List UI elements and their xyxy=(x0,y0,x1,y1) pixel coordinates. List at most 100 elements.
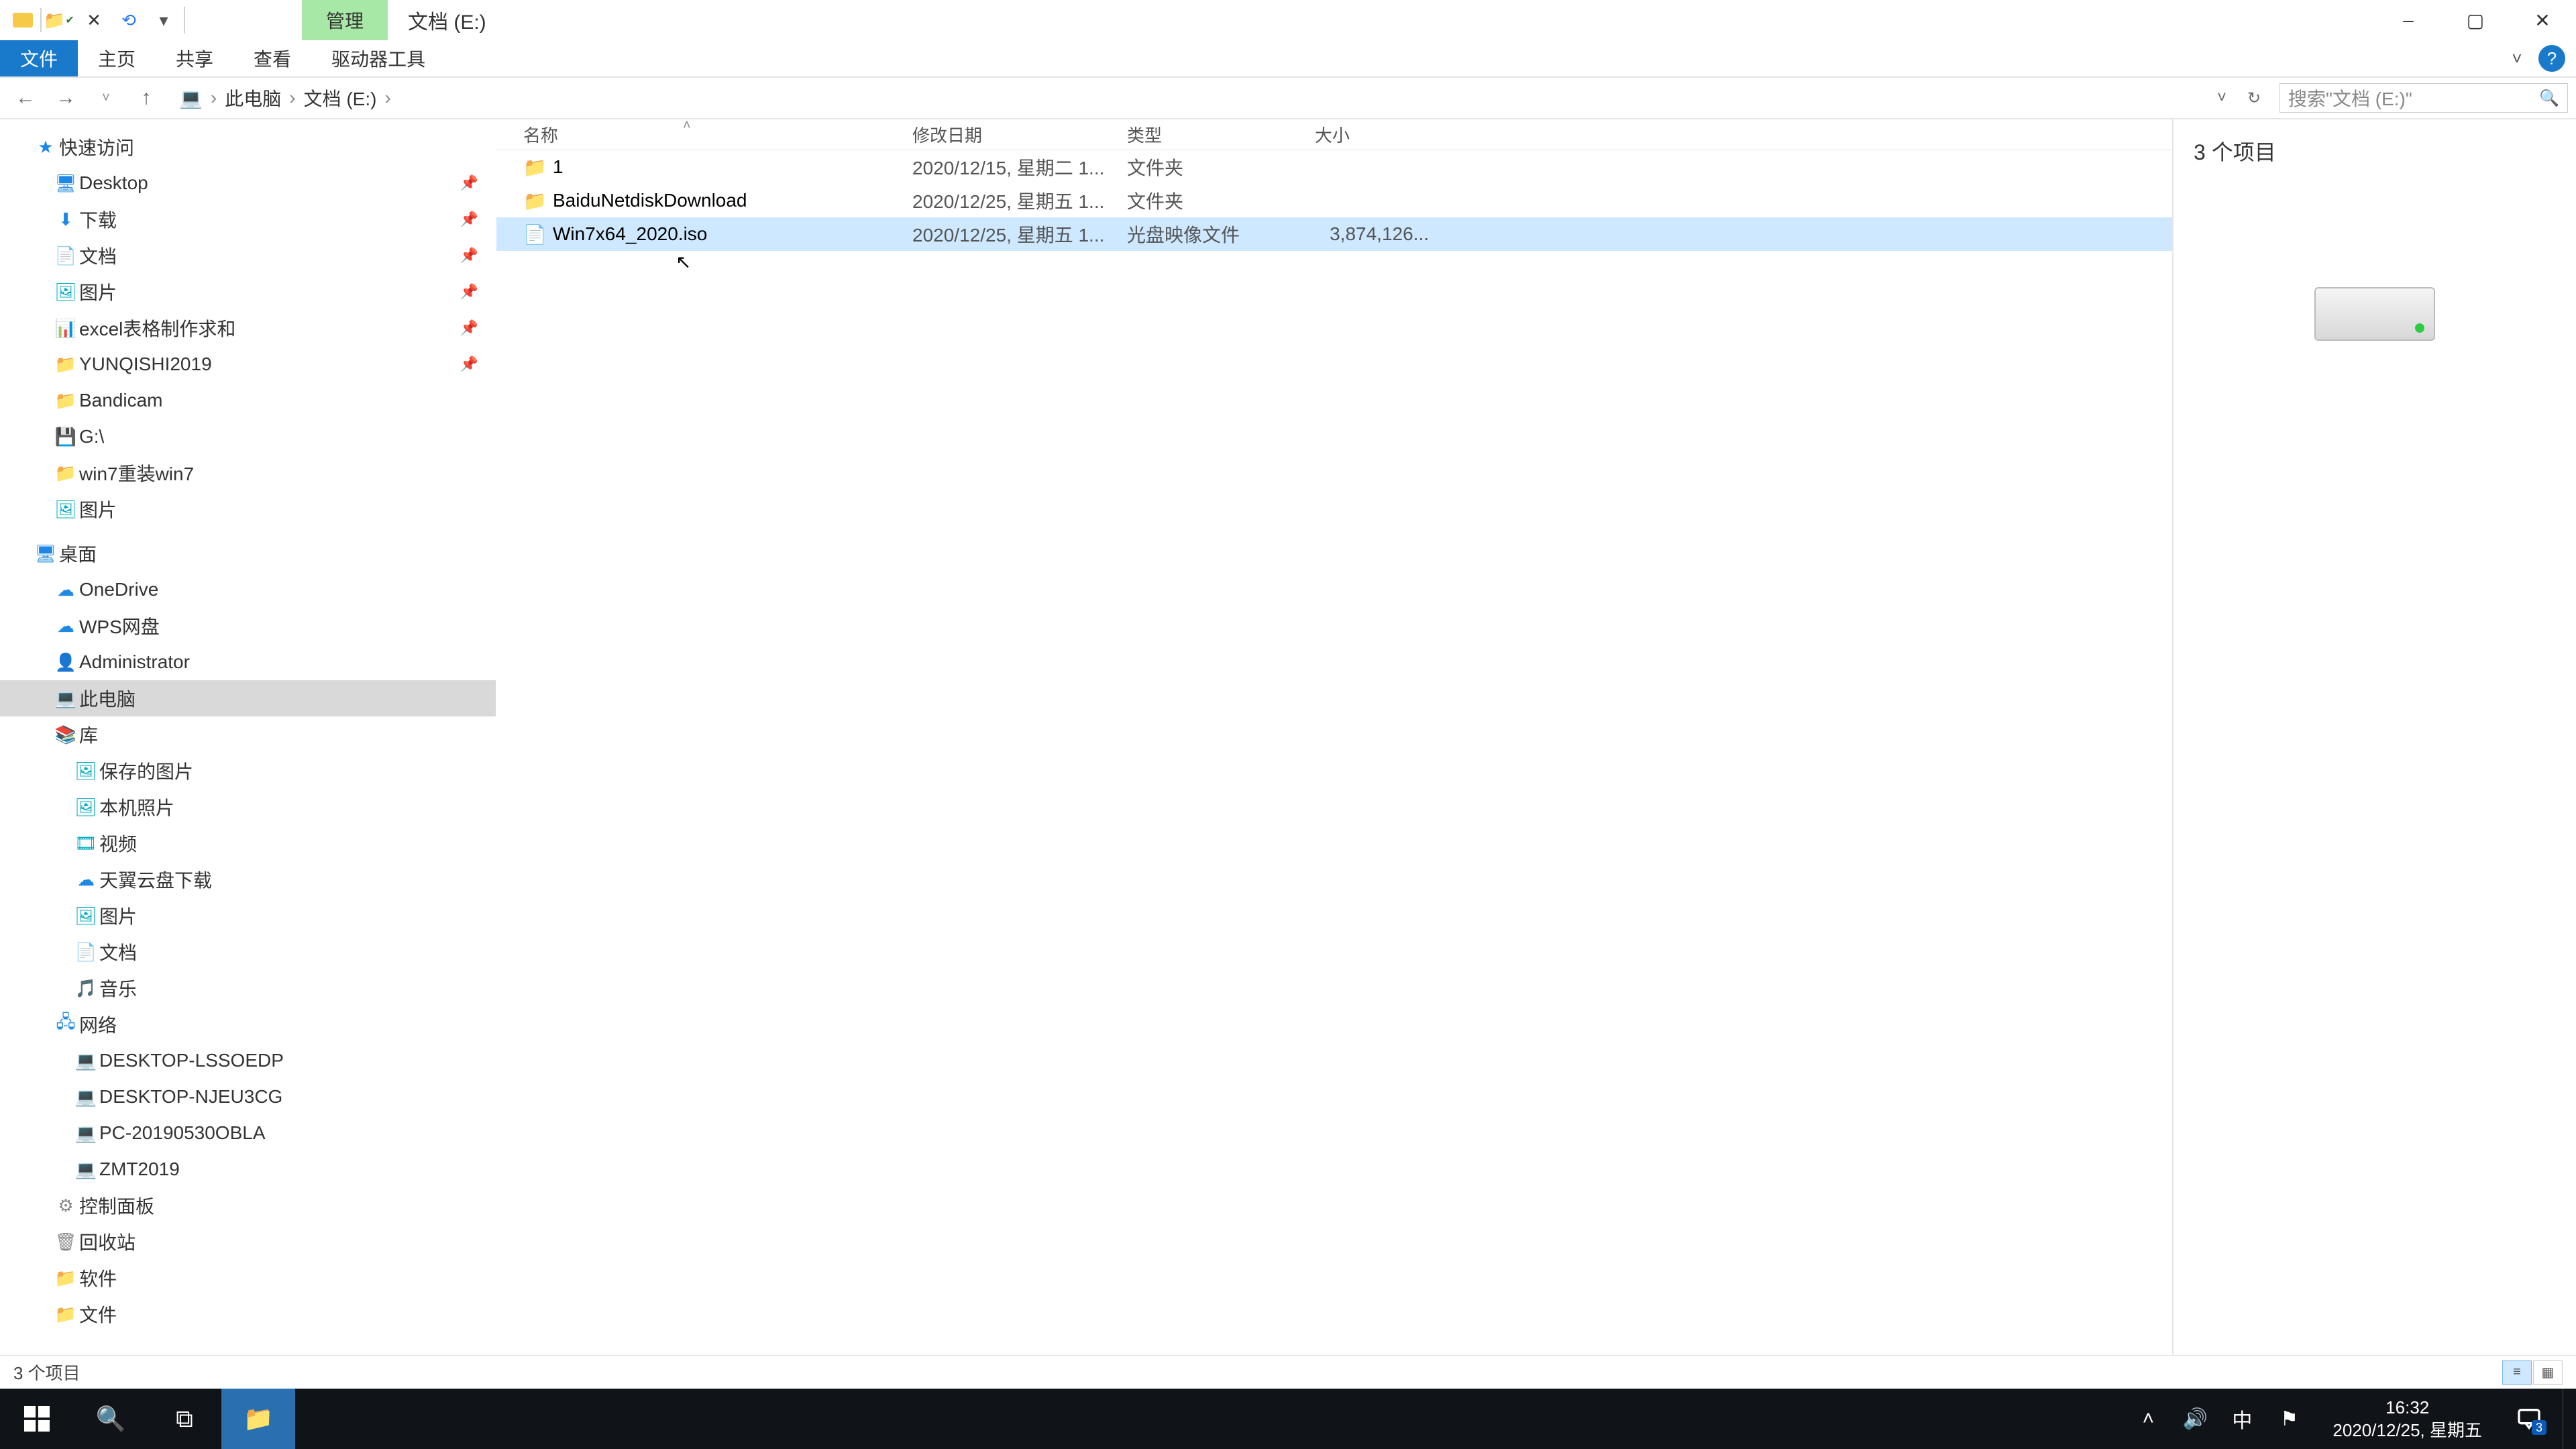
ribbon-expand-icon[interactable]: ˅ xyxy=(2504,45,2530,72)
nav-item-icon: 🖼 xyxy=(72,797,99,818)
refresh-icon[interactable]: ↻ xyxy=(2239,83,2269,113)
nav-item[interactable]: ☁WPS网盘 xyxy=(0,608,496,644)
file-row[interactable]: 📁12020/12/15, 星期二 1...文件夹 xyxy=(496,150,2172,184)
nav-item[interactable]: 💻DESKTOP-NJEU3CG xyxy=(0,1079,496,1115)
start-button[interactable] xyxy=(0,1389,74,1449)
nav-item[interactable]: 🖼本机照片 xyxy=(0,789,496,825)
breadcrumb-crumb-1[interactable]: 文档 (E:) xyxy=(300,85,381,111)
nav-item[interactable]: 🎞视频 xyxy=(0,825,496,861)
column-header-size[interactable]: 大小 xyxy=(1315,122,1429,147)
nav-label: 快速访问 xyxy=(59,133,134,160)
qat-properties-icon[interactable]: 📁✔ xyxy=(42,0,76,40)
nav-item[interactable]: 🖼保存的图片 xyxy=(0,753,496,789)
tray-volume-icon[interactable]: 🔊 xyxy=(2178,1407,2212,1431)
nav-desktop[interactable]: 🖥 桌面 xyxy=(0,535,496,572)
ribbon-tab-share[interactable]: 共享 xyxy=(156,40,233,76)
nav-item[interactable]: 🖼图片 xyxy=(0,898,496,934)
file-row[interactable]: 📄Win7x64_2020.iso2020/12/25, 星期五 1...光盘映… xyxy=(496,217,2172,251)
column-header-type[interactable]: 类型 xyxy=(1127,122,1315,147)
file-date: 2020/12/15, 星期二 1... xyxy=(912,154,1127,180)
help-icon[interactable]: ? xyxy=(2538,45,2565,72)
column-header-name[interactable]: 名称 xyxy=(523,122,912,147)
nav-item-label: 文件 xyxy=(79,1301,117,1328)
ribbon-tab-home[interactable]: 主页 xyxy=(78,40,156,76)
tray-ime-icon[interactable]: 中 xyxy=(2225,1404,2259,1434)
nav-up-button[interactable]: ↑ xyxy=(129,80,164,115)
taskbar-taskview-icon[interactable]: ⧉ xyxy=(148,1389,221,1449)
nav-item-icon: 📁 xyxy=(52,1304,79,1325)
nav-network[interactable]: 🖧 网络 xyxy=(0,1006,496,1042)
view-details-icon[interactable]: ≡ xyxy=(2502,1360,2532,1385)
nav-item[interactable]: 📚库 xyxy=(0,716,496,753)
navigation-pane[interactable]: ★ 快速访问 🖥Desktop📌⬇下载📌📄文档📌🖼图片📌📊excel表格制作求和… xyxy=(0,119,496,1355)
nav-item[interactable]: 📄文档 xyxy=(0,934,496,970)
nav-back-button[interactable]: ← xyxy=(8,80,43,115)
view-large-icons-icon[interactable]: ▦ xyxy=(2533,1360,2563,1385)
nav-item[interactable]: 🗑回收站 xyxy=(0,1224,496,1260)
nav-item[interactable]: 📁软件 xyxy=(0,1260,496,1296)
nav-item-icon: ☁ xyxy=(72,869,99,890)
search-input[interactable]: 搜索"文档 (E:)" 🔍 xyxy=(2279,83,2568,113)
nav-item-label: DESKTOP-NJEU3CG xyxy=(99,1086,282,1108)
nav-item[interactable]: 🖥Desktop📌 xyxy=(0,165,496,201)
ribbon-tab-file[interactable]: 文件 xyxy=(0,40,78,76)
nav-item[interactable]: ☁天翼云盘下载 xyxy=(0,861,496,898)
nav-item-icon: 📄 xyxy=(72,942,99,963)
nav-item[interactable]: 🖼图片 xyxy=(0,491,496,527)
file-row[interactable]: 📁BaiduNetdiskDownload2020/12/25, 星期五 1..… xyxy=(496,184,2172,217)
address-dropdown-icon[interactable]: ˅ xyxy=(2207,83,2237,113)
nav-forward-button[interactable]: → xyxy=(48,80,83,115)
nav-item[interactable]: 📁文件 xyxy=(0,1296,496,1332)
nav-item-label: 控制面板 xyxy=(79,1192,154,1219)
taskbar-search-icon[interactable]: 🔍 xyxy=(74,1389,148,1449)
qat-app-icon[interactable] xyxy=(5,0,40,40)
ribbon-tab-drive-tools[interactable]: 驱动器工具 xyxy=(311,40,445,76)
tray-security-icon[interactable]: ⚑ xyxy=(2272,1407,2306,1431)
nav-item[interactable]: 📁YUNQISHI2019📌 xyxy=(0,346,496,382)
nav-item[interactable]: 🖼图片📌 xyxy=(0,274,496,310)
column-header-date[interactable]: 修改日期 xyxy=(912,122,1127,147)
maximize-button[interactable]: ▢ xyxy=(2442,0,2509,40)
ribbon-tab-view[interactable]: 查看 xyxy=(233,40,311,76)
close-button[interactable]: ✕ xyxy=(2509,0,2576,40)
nav-item[interactable]: 💻此电脑 xyxy=(0,680,496,716)
nav-item[interactable]: ⚙控制面板 xyxy=(0,1187,496,1224)
nav-item[interactable]: ⬇下载📌 xyxy=(0,201,496,237)
qat-customize-icon[interactable]: ▾ xyxy=(146,0,181,40)
nav-item[interactable]: 💾G:\ xyxy=(0,419,496,455)
nav-item-label: 视频 xyxy=(99,830,137,857)
nav-item[interactable]: ☁OneDrive xyxy=(0,572,496,608)
minimize-button[interactable]: – xyxy=(2375,0,2442,40)
qat-divider xyxy=(184,7,185,34)
nav-label: 网络 xyxy=(79,1011,117,1038)
qat-delete-icon[interactable]: ✕ xyxy=(76,0,111,40)
nav-item-label: Bandicam xyxy=(79,390,163,411)
nav-quick-access[interactable]: ★ 快速访问 xyxy=(0,129,496,165)
network-icon: 🖧 xyxy=(52,1010,79,1039)
nav-item[interactable]: 📁Bandicam xyxy=(0,382,496,419)
nav-recent-dropdown[interactable]: ˅ xyxy=(89,80,123,115)
nav-item[interactable]: 📊excel表格制作求和📌 xyxy=(0,310,496,346)
nav-item[interactable]: 💻ZMT2019 xyxy=(0,1151,496,1187)
taskbar-explorer-icon[interactable]: 📁 xyxy=(221,1389,295,1449)
breadcrumb[interactable]: 💻 › 此电脑 › 文档 (E:) › xyxy=(169,83,2202,113)
show-desktop-button[interactable] xyxy=(2563,1389,2571,1449)
nav-item-icon: 📁 xyxy=(52,463,79,484)
tray-overflow-icon[interactable]: ˄ xyxy=(2131,1407,2165,1430)
search-icon[interactable]: 🔍 xyxy=(2539,89,2559,108)
context-tab-manage[interactable]: 管理 xyxy=(302,0,388,40)
breadcrumb-crumb-0[interactable]: 此电脑 xyxy=(221,85,285,111)
nav-item[interactable]: 👤Administrator xyxy=(0,644,496,680)
status-text: 3 个项目 xyxy=(13,1360,80,1385)
action-center-icon[interactable]: 3 xyxy=(2509,1399,2549,1439)
nav-item[interactable]: 📄文档📌 xyxy=(0,237,496,274)
breadcrumb-pc-icon[interactable]: 💻 xyxy=(175,87,207,109)
nav-item[interactable]: 📁win7重装win7 xyxy=(0,455,496,491)
nav-item[interactable]: 💻PC-20190530OBLA xyxy=(0,1115,496,1151)
qat-undo-icon[interactable]: ⟲ xyxy=(111,0,146,40)
nav-item[interactable]: 💻DESKTOP-LSSOEDP xyxy=(0,1042,496,1079)
nav-item[interactable]: 🎵音乐 xyxy=(0,970,496,1006)
sort-indicator-icon: ˄ xyxy=(683,118,691,133)
taskbar-clock[interactable]: 16:32 2020/12/25, 星期五 xyxy=(2319,1396,2496,1442)
nav-item-icon: 📊 xyxy=(52,318,79,339)
